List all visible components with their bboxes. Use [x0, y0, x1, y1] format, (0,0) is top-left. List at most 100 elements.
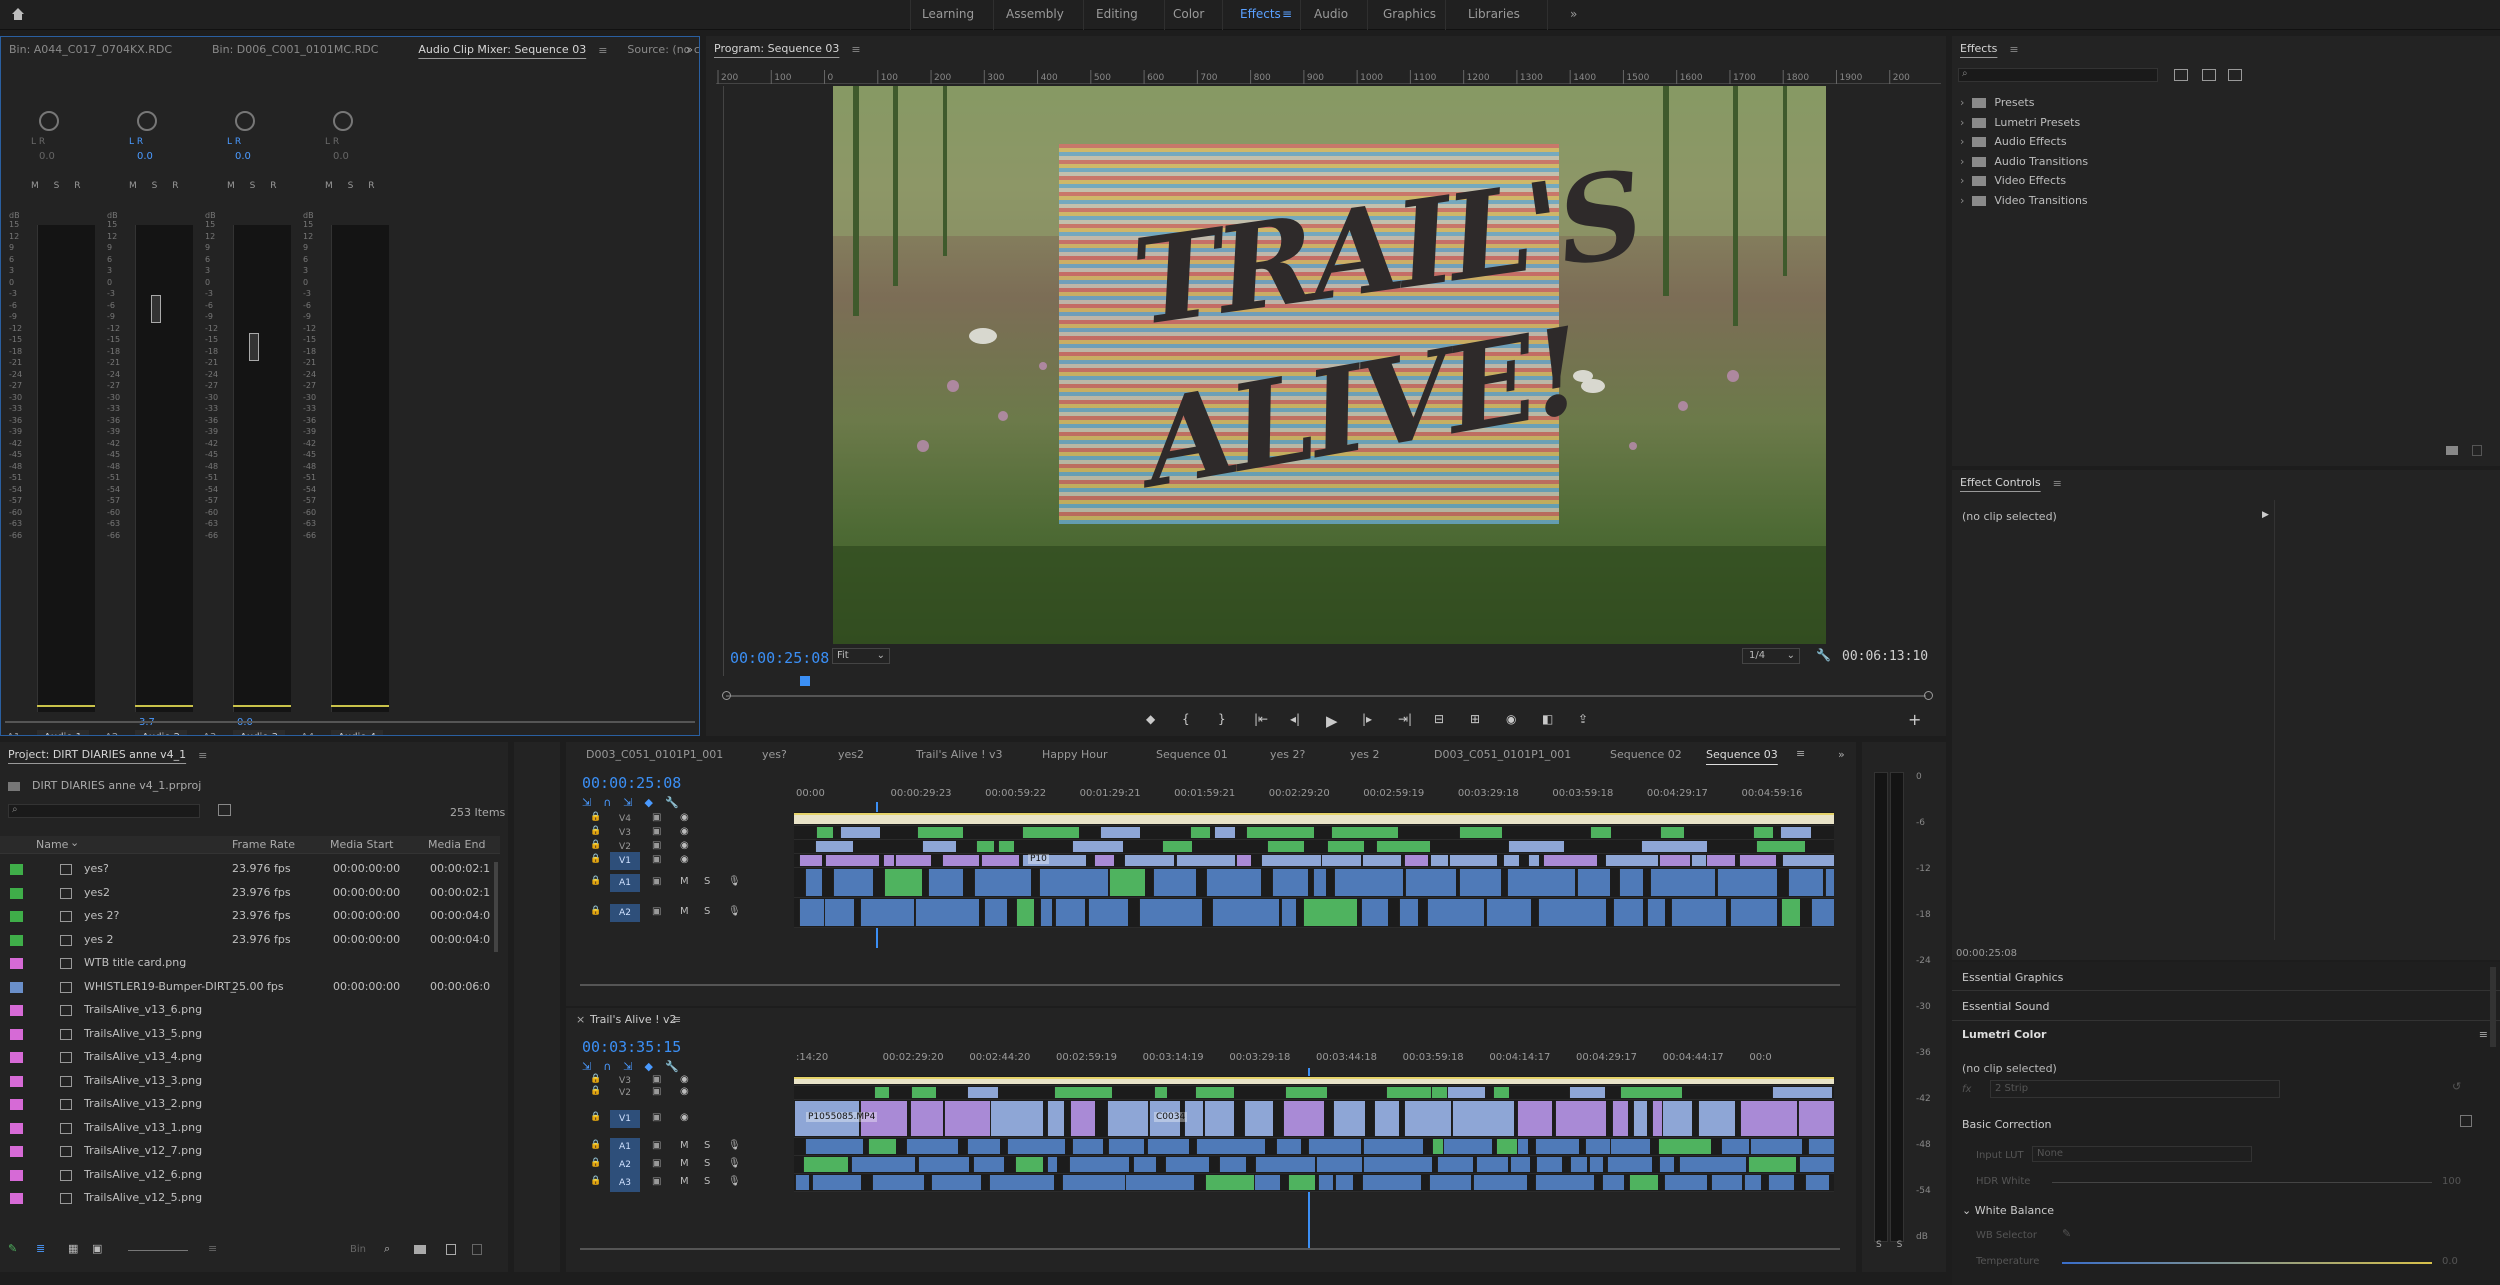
- col-media-start[interactable]: Media Start: [330, 838, 393, 851]
- lock-icon[interactable]: 🔒: [590, 840, 601, 850]
- audio-clip[interactable]: [973, 1157, 1004, 1172]
- video-clip[interactable]: [824, 855, 880, 866]
- solo-buttons[interactable]: S S: [1876, 1240, 1908, 1250]
- audio-clip[interactable]: [1805, 1175, 1830, 1190]
- project-row[interactable]: WTB title card.png: [0, 952, 500, 975]
- delete-icon[interactable]: [2472, 445, 2482, 456]
- audio-clip[interactable]: [1650, 869, 1715, 896]
- timeline2-hscroll[interactable]: [580, 1248, 1840, 1250]
- video-clip[interactable]: [1333, 1101, 1365, 1136]
- freeform-view-icon[interactable]: ▣: [92, 1242, 102, 1255]
- video-clip[interactable]: [1632, 1101, 1647, 1136]
- msr-buttons[interactable]: M S R: [227, 181, 282, 191]
- more-workspaces-icon[interactable]: »: [1570, 0, 1577, 30]
- mute-button[interactable]: M: [680, 1158, 689, 1169]
- video-clip[interactable]: [1386, 1087, 1432, 1098]
- audio-clip[interactable]: [1798, 1157, 1834, 1172]
- eye-icon[interactable]: ◉: [680, 854, 689, 865]
- audio-clip[interactable]: [1205, 869, 1261, 896]
- input-lut-dropdown[interactable]: None: [2032, 1146, 2252, 1162]
- solo-button[interactable]: S: [704, 906, 710, 917]
- audio-clip[interactable]: [1147, 1139, 1189, 1154]
- video-clip[interactable]: [1447, 1087, 1485, 1098]
- mixer-scrollbar[interactable]: [5, 721, 695, 723]
- eye-icon[interactable]: ◉: [680, 1086, 689, 1097]
- solo-button[interactable]: S: [704, 876, 710, 887]
- audio-clip[interactable]: [1811, 899, 1834, 926]
- audio-clip[interactable]: [906, 1139, 958, 1154]
- label-color-swatch[interactable]: [10, 1169, 23, 1181]
- audio-clip[interactable]: [1069, 1157, 1129, 1172]
- audio-clip[interactable]: [1588, 1157, 1603, 1172]
- audio-clip[interactable]: [1610, 1139, 1650, 1154]
- new-bin-icon[interactable]: [2446, 446, 2458, 455]
- step-back-button[interactable]: ◂|: [1290, 712, 1300, 726]
- effect-controls-title[interactable]: Effect Controls: [1952, 470, 2049, 496]
- timeline1-hscroll[interactable]: [580, 984, 1840, 986]
- audio-clip[interactable]: [824, 899, 855, 926]
- toggle-sync-icon[interactable]: ▣: [652, 840, 661, 851]
- video-clip[interactable]: [1458, 827, 1502, 838]
- audio-clip[interactable]: [1442, 1139, 1493, 1154]
- audio-clip[interactable]: [1317, 1175, 1334, 1190]
- effect-controls-menu-icon[interactable]: ≡: [2053, 477, 2062, 490]
- sequence-tab[interactable]: Sequence 03: [1706, 748, 1778, 761]
- audio-clip[interactable]: [1538, 899, 1606, 926]
- video-clip[interactable]: [1214, 827, 1235, 838]
- video-clip[interactable]: [1235, 855, 1251, 866]
- workspace-color[interactable]: Color: [1173, 0, 1204, 30]
- channel-name[interactable]: Audio 3: [233, 730, 285, 735]
- audio-clip[interactable]: [1535, 1175, 1595, 1190]
- sequence-tab[interactable]: Happy Hour: [1042, 748, 1107, 761]
- track-lane[interactable]: [794, 1076, 1834, 1086]
- export-frame-button[interactable]: ◉: [1506, 712, 1516, 726]
- sequence-tab[interactable]: yes 2: [1350, 748, 1380, 761]
- project-row[interactable]: yes 2 23.976 fps 00:00:00:00 00:00:04:0: [0, 929, 500, 952]
- audio-clip[interactable]: [1255, 1157, 1316, 1172]
- pan-knob[interactable]: [39, 111, 59, 131]
- audio-clip[interactable]: [1485, 899, 1531, 926]
- audio-clip[interactable]: [1405, 869, 1456, 896]
- scrubber-end-handle[interactable]: [1924, 691, 1933, 700]
- project-row[interactable]: TrailsAlive_v12_6.png: [0, 1164, 500, 1187]
- sort-chevron-icon[interactable]: ⌄: [70, 836, 79, 849]
- audio-clip[interactable]: [1577, 869, 1611, 896]
- 32bit-effects-icon[interactable]: [2202, 69, 2216, 81]
- audio-clip[interactable]: [983, 899, 1008, 926]
- expand-chevron-icon[interactable]: ›: [1960, 155, 1964, 168]
- workspace-effects[interactable]: Effects: [1240, 0, 1281, 30]
- sequence-tab[interactable]: Trail's Alive ! v3: [916, 748, 1003, 761]
- scrubber-start-handle[interactable]: [722, 691, 731, 700]
- audio-clip[interactable]: [1153, 869, 1197, 896]
- audio-clip[interactable]: [1362, 1139, 1424, 1154]
- mute-button[interactable]: M: [680, 1140, 689, 1151]
- workspace-learning[interactable]: Learning: [922, 0, 974, 30]
- video-clip[interactable]: [1706, 855, 1735, 866]
- audio-clip[interactable]: [1721, 1139, 1750, 1154]
- audio-clip[interactable]: [1781, 899, 1800, 926]
- track-label[interactable]: A2: [610, 1156, 640, 1174]
- audio-clip[interactable]: [1062, 1175, 1125, 1190]
- mute-button[interactable]: M: [680, 906, 689, 917]
- toggle-sync-icon[interactable]: ▣: [652, 1086, 661, 1097]
- effects-tree-item[interactable]: › Video Effects: [1960, 174, 2066, 187]
- pencil-icon[interactable]: ✎: [8, 1242, 17, 1255]
- basic-correction-checkbox[interactable]: [2460, 1115, 2472, 1127]
- project-row[interactable]: yes2 23.976 fps 00:00:00:00 00:00:02:1: [0, 882, 500, 905]
- video-clip[interactable]: [1404, 855, 1429, 866]
- video-clip[interactable]: [1195, 1087, 1234, 1098]
- video-clip[interactable]: [883, 855, 894, 866]
- microphone-icon[interactable]: 🎙: [728, 1140, 741, 1151]
- project-row[interactable]: TrailsAlive_v13_1.png: [0, 1117, 500, 1140]
- pan-value[interactable]: 0.0: [235, 151, 251, 162]
- audio-clip[interactable]: [1743, 1175, 1761, 1190]
- expand-arrow-icon[interactable]: ▶: [2262, 510, 2269, 520]
- lock-icon[interactable]: 🔒: [590, 1158, 601, 1168]
- audio-clip[interactable]: [989, 1175, 1054, 1190]
- sequence-tab[interactable]: Sequence 02: [1610, 748, 1682, 761]
- video-clip[interactable]: [1507, 841, 1564, 852]
- panel-menu-icon[interactable]: ≡: [598, 44, 607, 57]
- audio-clip[interactable]: [1361, 899, 1388, 926]
- pan-value[interactable]: 0.0: [333, 151, 349, 162]
- track-lane[interactable]: P1055085.MP4 C0034: [794, 1100, 1834, 1138]
